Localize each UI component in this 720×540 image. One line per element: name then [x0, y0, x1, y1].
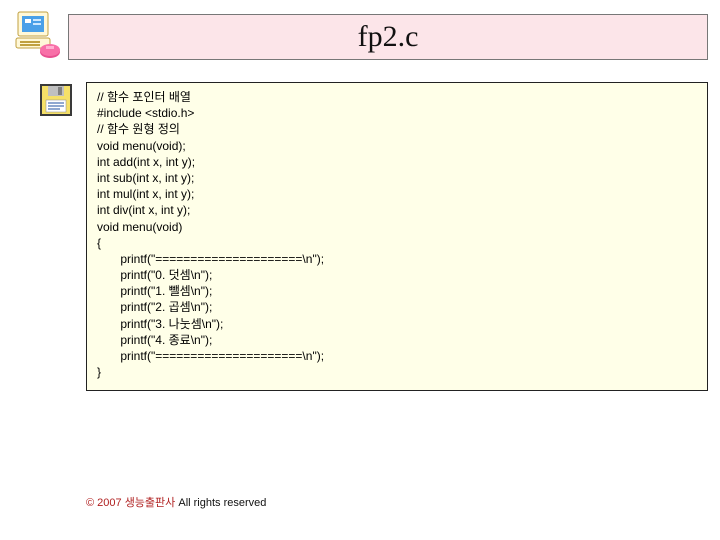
code-line: printf("2. 곱셈\n"); — [97, 299, 697, 315]
code-line: int sub(int x, int y); — [97, 170, 697, 186]
code-line: int div(int x, int y); — [97, 202, 697, 218]
floppy-icon — [38, 82, 78, 122]
code-line: int mul(int x, int y); — [97, 186, 697, 202]
page-title: fp2.c — [358, 20, 419, 54]
code-line: // 함수 원형 정의 — [97, 121, 697, 137]
computer-icon — [12, 8, 64, 60]
code-line: #include <stdio.h> — [97, 105, 697, 121]
code-line: // 함수 포인터 배열 — [97, 89, 697, 105]
code-line: } — [97, 364, 697, 380]
code-line: void menu(void); — [97, 138, 697, 154]
code-line: printf("=====================\n"); — [97, 251, 697, 267]
code-line: printf("=====================\n"); — [97, 348, 697, 364]
copyright-text: © 2007 생능출판사 — [86, 497, 175, 509]
title-bar: fp2.c — [68, 14, 708, 60]
footer: © 2007 생능출판사 All rights reserved — [86, 494, 266, 510]
code-line: void menu(void) — [97, 219, 697, 235]
code-line: printf("0. 덧셈\n"); — [97, 267, 697, 283]
code-line: { — [97, 235, 697, 251]
code-line: int add(int x, int y); — [97, 154, 697, 170]
code-line: printf("1. 뺄셈\n"); — [97, 283, 697, 299]
code-line: printf("4. 종료\n"); — [97, 332, 697, 348]
code-block: // 함수 포인터 배열 #include <stdio.h> // 함수 원형… — [86, 82, 708, 391]
rights-text: All rights reserved — [175, 497, 266, 509]
code-line: printf("3. 나눗셈\n"); — [97, 316, 697, 332]
